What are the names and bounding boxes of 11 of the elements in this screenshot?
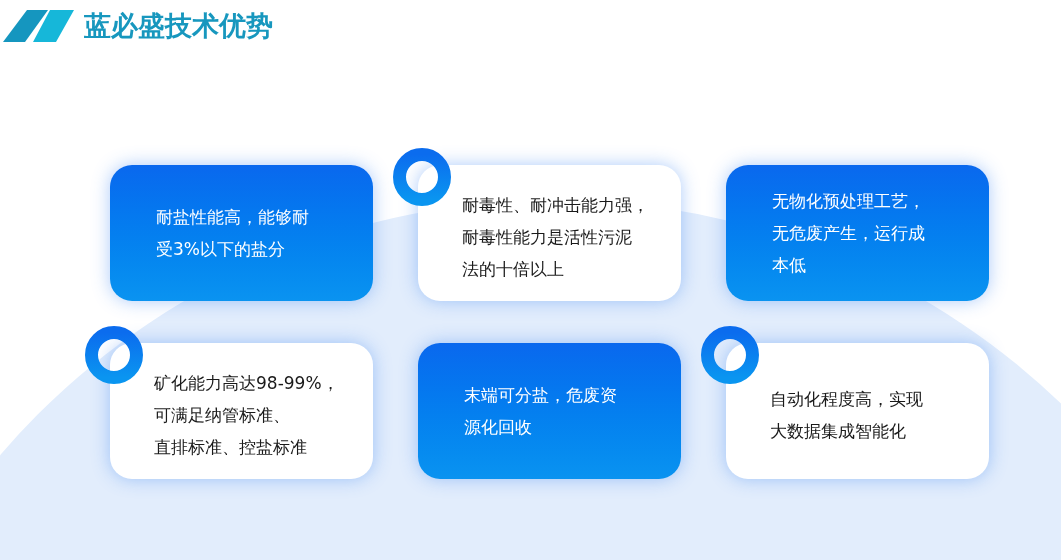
card-text: 耐盐性能高，能够耐 受3%以下的盐分 [155, 206, 309, 261]
card-text: 矿化能力高达98-99%， 可满足纳管标准、 直排标准、控盐标准 [153, 372, 339, 459]
card-text: 耐毒性、耐冲击能力强， 耐毒性能力是活性污泥 法的十倍以上 [461, 194, 649, 281]
card-text: 无物化预处理工艺， 无危废产生，运行成 本低 [771, 190, 925, 277]
ring-icon [393, 148, 451, 206]
card-text: 末端可分盐，危废资 源化回收 [463, 384, 617, 439]
page-title: 蓝必盛技术优势 [84, 10, 273, 42]
card-text: 自动化程度高，实现 大数据集成智能化 [769, 388, 923, 443]
ring-icon [701, 326, 759, 384]
ring-icon [85, 326, 143, 384]
logo-icon [3, 10, 74, 42]
